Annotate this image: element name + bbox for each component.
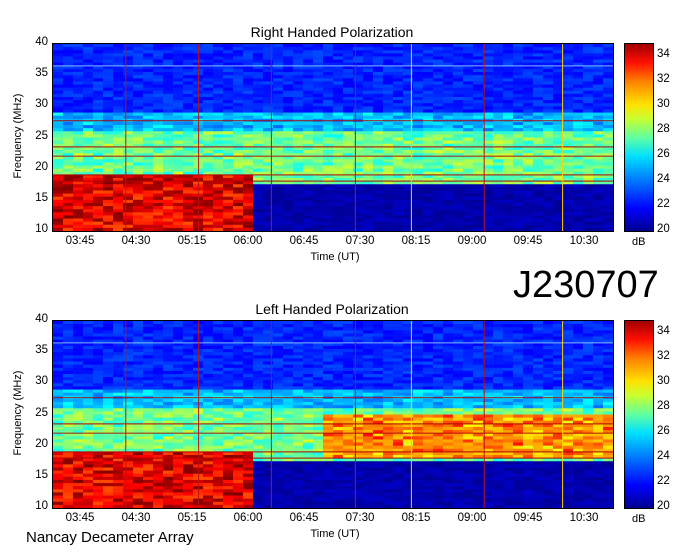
colorbar-tick-label: 32 xyxy=(657,350,670,363)
x-tick-label: 10:30 xyxy=(569,512,599,524)
y-tick-label: 40 xyxy=(35,313,48,325)
colorbar-tick-label: 28 xyxy=(657,123,670,136)
x-tick-label: 09:00 xyxy=(457,512,487,524)
x-tick-label: 09:45 xyxy=(513,235,543,247)
y-tick-label: 10 xyxy=(35,500,48,512)
y-tick-label: 35 xyxy=(35,344,48,357)
top-colorbar xyxy=(624,43,654,232)
top-spectrogram xyxy=(52,43,614,232)
colorbar-tick-label: 30 xyxy=(657,98,670,111)
top-x-axis-label: Time (UT) xyxy=(310,251,360,263)
x-tick-label: 04:30 xyxy=(121,512,151,524)
bottom-y-axis-label: Frequency (MHz) xyxy=(12,370,24,456)
colorbar-tick-label: 34 xyxy=(657,48,670,61)
x-tick-label: 10:30 xyxy=(569,235,599,247)
y-tick-label: 20 xyxy=(35,437,48,450)
top-chart-title: Right Handed Polarization xyxy=(250,24,414,40)
colorbar-tick-label: 24 xyxy=(657,450,670,463)
y-tick-label: 35 xyxy=(35,67,48,80)
y-tick-label: 30 xyxy=(35,375,48,388)
x-tick-label: 09:45 xyxy=(513,512,543,524)
y-tick-label: 20 xyxy=(35,160,48,173)
bottom-x-axis-label: Time (UT) xyxy=(310,528,360,540)
y-tick-label: 30 xyxy=(35,98,48,111)
x-tick-label: 06:00 xyxy=(233,235,263,247)
colorbar-tick-label: 34 xyxy=(657,325,670,338)
bottom-colorbar xyxy=(624,320,654,509)
colorbar-tick-label: 24 xyxy=(657,173,670,186)
x-tick-label: 03:45 xyxy=(65,512,95,524)
x-tick-label: 06:45 xyxy=(289,512,319,524)
colorbar-tick-label: 20 xyxy=(657,500,670,512)
y-tick-label: 25 xyxy=(35,406,48,419)
y-tick-label: 40 xyxy=(35,36,48,48)
colorbar-tick-label: 28 xyxy=(657,400,670,413)
x-tick-label: 07:30 xyxy=(345,235,375,247)
bottom-colorbar-label: dB xyxy=(632,513,646,525)
bottom-spectrogram xyxy=(52,320,614,509)
x-tick-label: 08:15 xyxy=(401,235,431,247)
y-tick-label: 15 xyxy=(35,468,48,481)
colorbar-tick-label: 26 xyxy=(657,148,670,161)
top-colorbar-label: dB xyxy=(632,236,646,248)
x-tick-label: 06:00 xyxy=(233,512,263,524)
y-tick-label: 10 xyxy=(35,223,48,235)
colorbar-tick-label: 20 xyxy=(657,223,670,235)
x-tick-label: 04:30 xyxy=(121,235,151,247)
colorbar-tick-label: 22 xyxy=(657,475,670,488)
x-tick-label: 05:15 xyxy=(177,512,207,524)
x-tick-label: 06:45 xyxy=(289,235,319,247)
colorbar-tick-label: 32 xyxy=(657,73,670,86)
y-tick-label: 15 xyxy=(35,191,48,204)
colorbar-tick-label: 30 xyxy=(657,375,670,388)
x-tick-label: 09:00 xyxy=(457,235,487,247)
colorbar-tick-label: 22 xyxy=(657,198,670,211)
instrument-name: Nancay Decameter Array xyxy=(26,529,194,546)
x-tick-label: 07:30 xyxy=(345,512,375,524)
colorbar-tick-label: 26 xyxy=(657,425,670,438)
x-tick-label: 08:15 xyxy=(401,512,431,524)
top-y-axis-label: Frequency (MHz) xyxy=(12,93,24,179)
x-tick-label: 03:45 xyxy=(65,235,95,247)
bottom-chart-title: Left Handed Polarization xyxy=(255,301,409,317)
y-tick-label: 25 xyxy=(35,129,48,142)
x-tick-label: 05:15 xyxy=(177,235,207,247)
